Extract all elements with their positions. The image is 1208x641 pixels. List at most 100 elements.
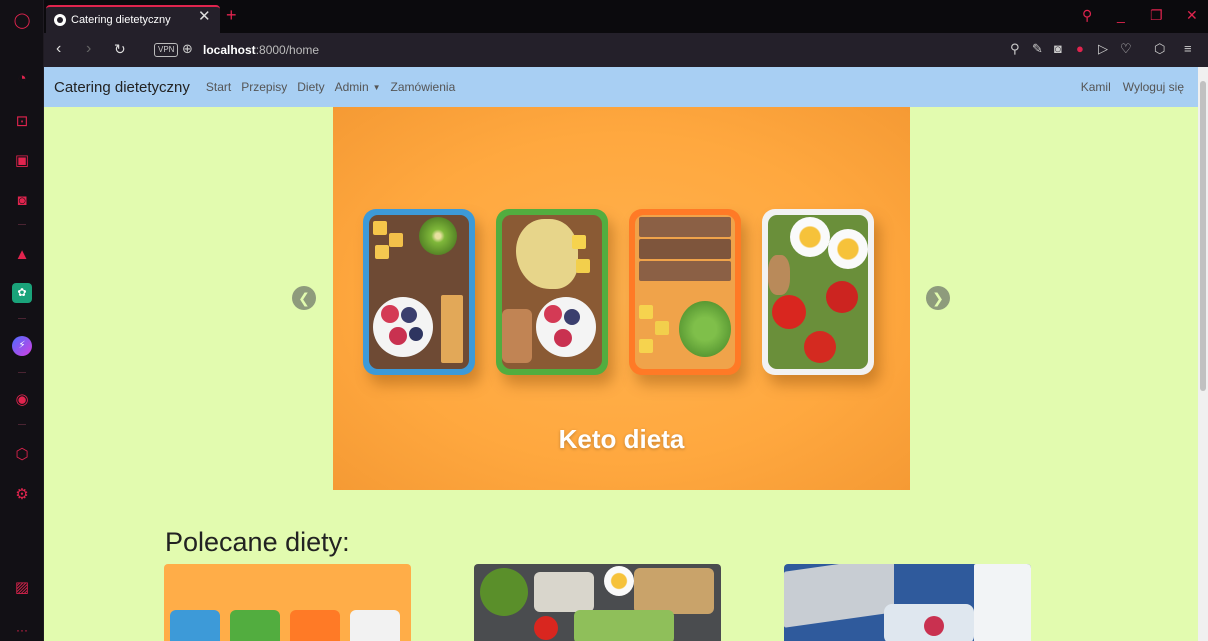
cheese-cube	[373, 221, 387, 235]
url-path: :8000/home	[255, 43, 320, 57]
aria-ai-icon[interactable]: ▲	[12, 244, 32, 264]
lunchbox-thumb	[230, 610, 280, 641]
tab-title: Catering dietetyczny	[71, 14, 171, 26]
caret-down-icon: ▼	[372, 83, 381, 93]
reload-icon[interactable]: ↻	[114, 42, 126, 56]
blueberry	[401, 307, 417, 323]
search-tabs-icon[interactable]: ⚲	[1082, 8, 1092, 22]
edit-icon[interactable]: ✎	[1032, 42, 1043, 55]
lunchbox-thumb	[350, 610, 400, 641]
opera-logo-icon[interactable]: ◯	[12, 10, 32, 30]
brand-link[interactable]: Catering dietetyczny	[54, 79, 190, 96]
tomato	[804, 331, 836, 363]
sidebar-separator	[18, 224, 26, 225]
nav-przepisy[interactable]: Przepisy	[241, 80, 287, 94]
instagram-icon[interactable]: ◙	[12, 190, 32, 210]
sidebar-separator	[18, 424, 26, 425]
salad-thumb	[480, 568, 528, 616]
logout-link[interactable]: Wyloguj się	[1123, 80, 1184, 94]
nav-admin-dropdown[interactable]: Admin ▼	[335, 80, 381, 94]
sidebar-separator	[18, 318, 26, 319]
notebook-thumb	[974, 564, 1031, 641]
tab-strip: Catering dietetyczny ✕ + ⚲ _ ❐ ✕	[44, 0, 1208, 33]
lunchbox-food	[768, 215, 868, 369]
crypto-wallet-icon[interactable]: ⬡	[12, 444, 32, 464]
snapshot-icon[interactable]: ◙	[1054, 42, 1062, 55]
favicon-icon	[54, 14, 66, 26]
address-bar: ‹ › ↻ VPN ⊕ localhost:8000/home ⚲ ✎ ◙ ● …	[44, 33, 1208, 67]
gallery-icon[interactable]: ▨	[12, 577, 32, 597]
cheese-cube	[572, 235, 586, 249]
extensions-icon[interactable]: ⬡	[1154, 42, 1165, 55]
tab-catering[interactable]: Catering dietetyczny	[46, 5, 220, 33]
nav-admin-label: Admin	[334, 80, 369, 94]
page-scrollbar[interactable]	[1198, 67, 1208, 641]
messenger-icon[interactable]: ⚡	[12, 336, 32, 356]
lunchbox-food	[635, 215, 735, 369]
berry-bowl	[373, 297, 433, 357]
breadsticks	[441, 295, 463, 363]
shopping-bag-icon[interactable]: ⊡	[12, 111, 32, 131]
lunchbox-food	[502, 215, 602, 369]
site-info-icon[interactable]: ⊕	[182, 41, 193, 57]
tomato	[826, 281, 858, 313]
cheese-cube	[639, 305, 653, 319]
easy-setup-icon[interactable]: ≡	[1184, 42, 1192, 55]
carousel-prev-icon[interactable]: ❮	[292, 286, 316, 310]
restore-icon[interactable]: ❐	[1150, 8, 1163, 22]
cheese-cube	[576, 259, 590, 273]
scrollbar-thumb[interactable]	[1200, 81, 1206, 391]
twitch-icon[interactable]: ▣	[12, 150, 32, 170]
url-field[interactable]: localhost:8000/home	[203, 43, 319, 57]
carousel-next-icon[interactable]: ❯	[926, 286, 950, 310]
lunchbox-thumb	[290, 610, 340, 641]
web-page: Catering dietetyczny Start Przepisy Diet…	[44, 67, 1198, 641]
lunchbox-image	[496, 209, 608, 375]
chatgpt-icon[interactable]: ✿	[12, 283, 32, 303]
raspberry	[389, 327, 407, 345]
broccoli	[679, 301, 731, 357]
user-name[interactable]: Kamil	[1081, 80, 1111, 94]
new-tab-icon[interactable]: +	[226, 6, 237, 24]
settings-gear-icon[interactable]: ⚙	[12, 484, 32, 504]
close-tab-icon[interactable]: ✕	[198, 9, 211, 24]
site-navbar: Catering dietetyczny Start Przepisy Diet…	[44, 67, 1198, 107]
blueberry	[409, 327, 423, 341]
heart-icon[interactable]: ♡	[1120, 42, 1132, 55]
send-icon[interactable]: ▷	[1098, 42, 1108, 55]
container-thumb	[534, 572, 594, 612]
player-icon[interactable]: ◉	[12, 389, 32, 409]
lunchbox-image	[363, 209, 475, 375]
user-menu: Kamil Wyloguj się	[1081, 80, 1184, 94]
tomato	[772, 295, 806, 329]
minimize-icon[interactable]: _	[1117, 8, 1125, 22]
sidebar-separator	[18, 372, 26, 373]
diet-card-image[interactable]	[474, 564, 721, 641]
lunchbox-food	[369, 215, 469, 369]
back-icon[interactable]: ‹	[56, 41, 61, 57]
cookies	[502, 309, 532, 363]
search-page-icon[interactable]: ⚲	[1010, 42, 1020, 55]
laptop-thumb	[784, 564, 894, 628]
diet-card-image[interactable]	[784, 564, 1031, 641]
browser-window: ◯ ◔ ⊡ ▣ ◙ ▲ ✿ ⚡ ◉ ⬡ ⚙ ▨ ··· Catering die…	[0, 0, 1208, 641]
vpn-badge[interactable]: VPN	[154, 43, 179, 57]
nav-start[interactable]: Start	[206, 80, 231, 94]
nav-diety[interactable]: Diety	[297, 80, 324, 94]
diet-card-image[interactable]	[164, 564, 411, 641]
rye-bread	[639, 239, 731, 259]
cheese-cube	[375, 245, 389, 259]
close-window-icon[interactable]: ✕	[1186, 8, 1198, 22]
forward-icon[interactable]: ›	[86, 41, 91, 57]
raspberry	[544, 305, 562, 323]
adblock-shield-icon[interactable]: ●	[1076, 42, 1084, 55]
more-dots-icon[interactable]: ···	[12, 620, 32, 640]
lunchbox-image	[629, 209, 741, 375]
opera-sidebar: ◯ ◔ ⊡ ▣ ◙ ▲ ✿ ⚡ ◉ ⬡ ⚙ ▨ ···	[0, 0, 44, 641]
kiwi-slice	[419, 217, 457, 255]
rye-bread	[639, 217, 731, 237]
nav-zamowienia[interactable]: Zamówienia	[391, 80, 456, 94]
boiled-egg	[790, 217, 830, 257]
speed-dial-icon[interactable]: ◔	[12, 68, 32, 88]
lunchbox-image	[762, 209, 874, 375]
